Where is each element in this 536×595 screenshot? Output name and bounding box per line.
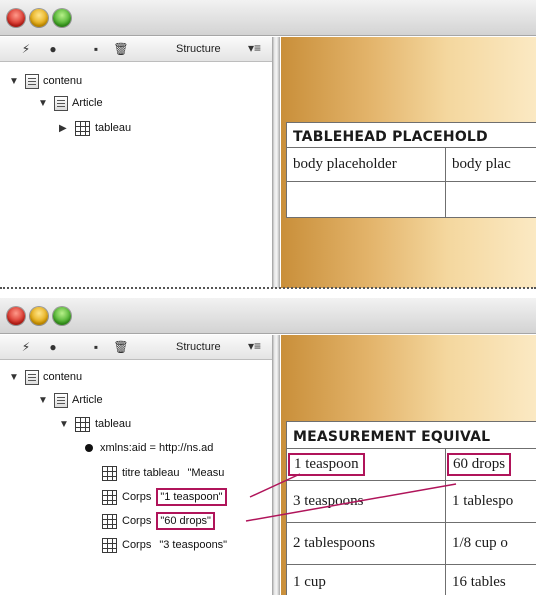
lightning-icon[interactable]: ⚡	[18, 41, 34, 57]
panel-menu-icon[interactable]: ▾≡	[248, 41, 261, 55]
collapsed-triangle-icon[interactable]: ▶	[59, 123, 69, 134]
minimize-window-button[interactable]	[30, 9, 48, 27]
table-element-icon	[75, 120, 90, 136]
story-element-icon	[54, 95, 68, 111]
structure-title: Structure	[176, 43, 221, 55]
tree-item-label: contenu	[43, 75, 83, 87]
callout-line-drops	[245, 483, 457, 522]
zoom-window-button[interactable]	[53, 9, 71, 27]
bullet-icon[interactable]: ●	[45, 41, 61, 57]
expanded-triangle-icon[interactable]: ▼	[38, 98, 48, 109]
tree-item-article[interactable]: ▼ Article	[38, 94, 103, 112]
structure-toolbar: ⚡ ● ▪ 🗑 Structure ▾≡	[0, 37, 272, 62]
root-element-icon	[25, 73, 39, 89]
structure-pane: ⚡ ● ▪ 🗑 Structure ▾≡ ▼ contenu ▼ Article…	[0, 37, 272, 288]
panel-divider	[0, 287, 536, 289]
bottom-window: ⚡ ● ▪ 🗑 Structure ▾≡ ▼ contenu ▼ Article…	[0, 298, 536, 595]
table-cell[interactable]: body plac	[445, 147, 536, 182]
layout-canvas: TABLEHEAD PLACEHOLD body placeholder bod…	[281, 37, 536, 288]
tree-item-tableau[interactable]: ▶ tableau	[59, 119, 131, 137]
collapse-icon[interactable]: ▪	[88, 41, 104, 57]
callout-line-teaspoon	[249, 473, 301, 498]
table-cell[interactable]	[445, 181, 536, 218]
tree-item-label: Article	[72, 97, 103, 109]
callout-lines	[245, 473, 457, 522]
table-head-cell[interactable]: TABLEHEAD PLACEHOLD	[286, 122, 536, 148]
expanded-triangle-icon[interactable]: ▼	[9, 76, 19, 87]
pane-splitter[interactable]	[272, 37, 280, 288]
top-window: ⚡ ● ▪ 🗑 Structure ▾≡ ▼ contenu ▼ Article…	[0, 0, 536, 288]
placeholder-table[interactable]: TABLEHEAD PLACEHOLD body placeholder bod…	[286, 122, 536, 218]
trash-icon[interactable]: 🗑	[113, 41, 129, 57]
window-titlebar	[0, 0, 536, 36]
tree-item-label: tableau	[95, 122, 132, 134]
tree-item-contenu[interactable]: ▼ contenu	[9, 72, 82, 90]
close-window-button[interactable]	[7, 9, 25, 27]
table-cell[interactable]	[286, 181, 446, 218]
table-cell[interactable]: body placeholder	[286, 147, 446, 182]
